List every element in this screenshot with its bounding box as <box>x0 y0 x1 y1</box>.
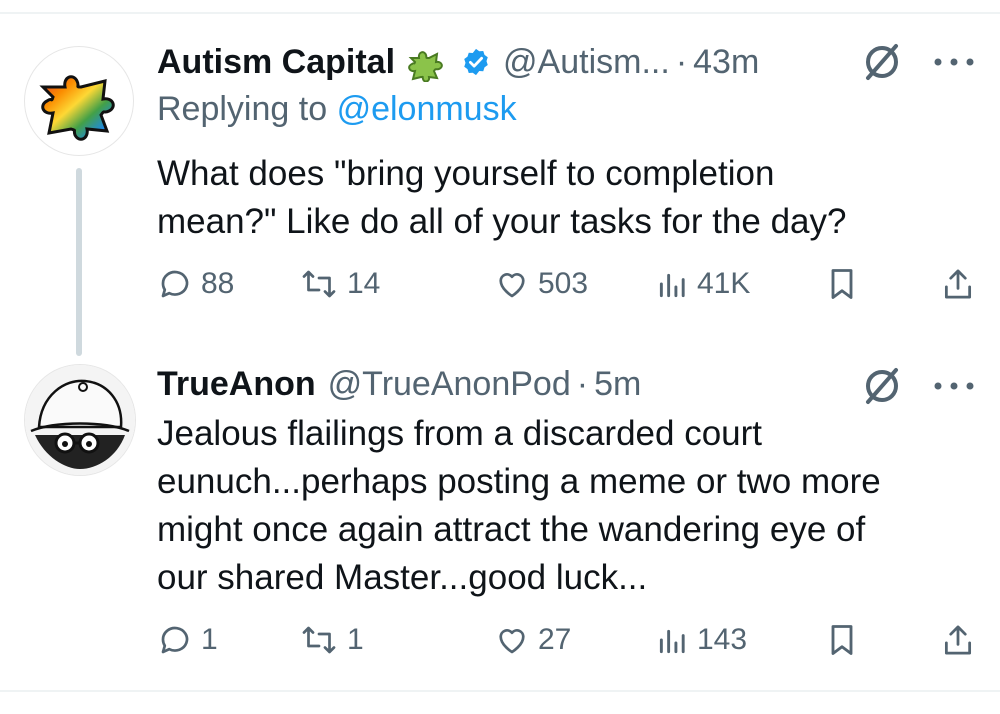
reply-count: 88 <box>201 267 235 300</box>
views-count: 41K <box>697 267 751 300</box>
tweet-autism-capital[interactable]: Autism Capital @Autism... · 43m Replying… <box>0 0 1000 360</box>
reply-count: 1 <box>201 623 218 656</box>
like-button[interactable]: 503 <box>494 266 588 302</box>
tweet-trueanon[interactable]: TrueAnon @TrueAnonPod · 5m Jealous flail… <box>0 360 1000 690</box>
tweet-text-line: mean?" Like do all of your tasks for the… <box>157 202 847 241</box>
heart-icon <box>499 273 525 298</box>
tweet-text: Jealous flailings from a discarded court… <box>157 410 881 602</box>
reply-icon <box>161 626 189 654</box>
display-name[interactable]: Autism Capital <box>157 43 395 82</box>
user-handle[interactable]: @Autism... <box>503 43 670 82</box>
repost-button[interactable]: 14 <box>299 266 380 302</box>
repost-count: 1 <box>347 623 364 656</box>
tweet-text: What does "bring yourself to completion … <box>157 150 846 246</box>
repost-icon <box>302 270 336 298</box>
avatar[interactable] <box>24 364 136 476</box>
repost-icon <box>302 626 336 654</box>
views-button[interactable]: 41K <box>657 266 750 302</box>
bookmark-button[interactable] <box>827 266 857 302</box>
replying-to-line: Replying to @elonmusk <box>157 90 517 129</box>
tweet-header: TrueAnon @TrueAnonPod · 5m <box>157 360 641 408</box>
separator-dot: · <box>675 42 688 81</box>
bookmark-icon <box>831 625 853 655</box>
separator-dot: · <box>576 364 589 403</box>
share-icon <box>944 625 972 655</box>
reply-button[interactable]: 88 <box>157 266 234 302</box>
repost-count: 14 <box>347 267 381 300</box>
tweet-header: Autism Capital @Autism... · 43m <box>157 38 759 86</box>
thread-connector-line <box>76 168 82 356</box>
analytics-icon <box>659 629 685 654</box>
mention-link[interactable]: @elonmusk <box>337 90 517 128</box>
tweet-actions: 1 1 27 143 <box>157 622 980 666</box>
share-button[interactable] <box>942 266 974 302</box>
rainbow-puzzle-avatar-icon <box>39 75 115 141</box>
verified-badge-icon <box>461 47 491 77</box>
bottom-divider <box>0 690 1000 692</box>
grok-icon[interactable] <box>860 364 904 408</box>
repost-button[interactable]: 1 <box>299 622 364 658</box>
analytics-icon <box>659 273 685 298</box>
reply-button[interactable]: 1 <box>157 622 218 658</box>
tweet-text-line: eunuch...perhaps posting a meme or two m… <box>157 462 881 501</box>
tweet-text-line: What does "bring yourself to completion <box>157 154 775 193</box>
timestamp[interactable]: 5m <box>594 365 641 404</box>
like-count: 27 <box>538 623 572 656</box>
share-icon <box>944 269 972 299</box>
tweet-actions: 88 14 503 41K <box>157 266 980 310</box>
tweet-text-line: Jealous flailings from a discarded court <box>157 414 763 453</box>
reply-icon <box>161 270 189 298</box>
views-count: 143 <box>697 623 748 656</box>
more-options-icon[interactable] <box>930 52 978 72</box>
bookmark-button[interactable] <box>827 622 857 658</box>
views-button[interactable]: 143 <box>657 622 747 658</box>
more-options-icon[interactable] <box>930 376 978 396</box>
bookmark-icon <box>831 269 853 299</box>
user-handle[interactable]: @TrueAnonPod <box>328 365 571 404</box>
display-name[interactable]: TrueAnon <box>157 365 316 404</box>
like-button[interactable]: 27 <box>494 622 571 658</box>
share-button[interactable] <box>942 622 974 658</box>
tweet-text-line: our shared Master...good luck... <box>157 558 648 597</box>
puzzle-piece-icon <box>405 42 451 82</box>
timestamp[interactable]: 43m <box>693 43 759 82</box>
heart-icon <box>499 629 525 654</box>
replying-to-label: Replying to <box>157 90 328 128</box>
grok-icon[interactable] <box>860 40 904 84</box>
hat-glasses-avatar-icon <box>25 365 135 475</box>
like-count: 503 <box>538 267 589 300</box>
tweet-text-line: might once again attract the wandering e… <box>157 510 866 549</box>
avatar[interactable] <box>24 46 134 156</box>
